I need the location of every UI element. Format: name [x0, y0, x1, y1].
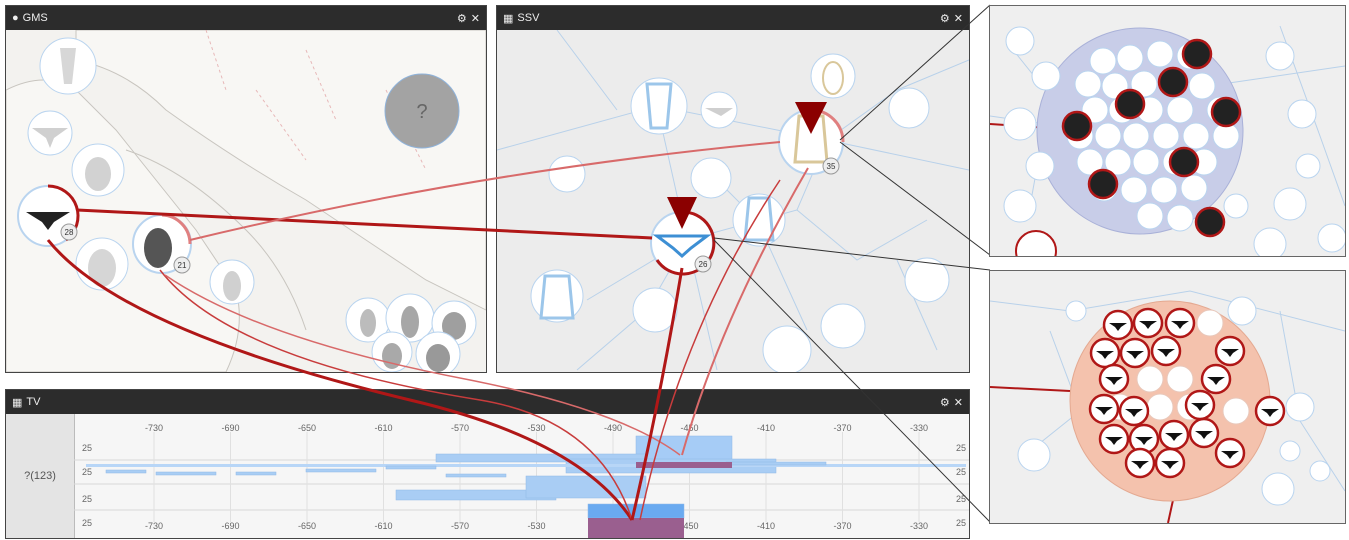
gear-icon[interactable]: ⚙ — [457, 12, 467, 25]
ssv-panel: ▦ SSV ⚙ ✕ 35 26 — [496, 5, 970, 373]
axis-tick-label: -370 — [833, 521, 851, 531]
axis-tick-label: -610 — [374, 521, 392, 531]
axis-tick-label: -530 — [527, 521, 545, 531]
gear-icon[interactable]: ⚙ — [940, 396, 950, 409]
vase-node[interactable] — [530, 269, 584, 323]
axis-tick-label: -650 — [298, 423, 316, 433]
close-icon[interactable]: ✕ — [471, 12, 480, 25]
map-marker-icon: ● — [12, 12, 19, 24]
count-badge-text: 26 — [699, 260, 708, 269]
vase-node[interactable] — [39, 37, 97, 95]
vase-node[interactable] — [415, 331, 461, 372]
row-value-label: 25 — [956, 518, 966, 528]
vase-node[interactable] — [732, 193, 786, 247]
vase-node[interactable] — [27, 110, 73, 156]
axis-tick-label: -330 — [910, 521, 928, 531]
gear-icon[interactable]: ⚙ — [940, 12, 950, 25]
tv-panel: ▦ TV ⚙ ✕ ?(123) -730 -690 -650 -610 -570 -530 -4… — [5, 389, 970, 539]
calendar-icon: ▦ — [12, 396, 23, 409]
network-canvas[interactable]: 35 26 — [497, 29, 969, 372]
row-value-label: 25 — [956, 494, 966, 504]
vase-node[interactable] — [700, 91, 738, 129]
axis-tick-label: -690 — [221, 423, 239, 433]
axis-tick-label: -330 — [910, 423, 928, 433]
vase-node[interactable] — [904, 257, 950, 303]
row-value-label: 25 — [956, 467, 966, 477]
count-badge: 28 — [60, 223, 78, 241]
vase-node[interactable] — [762, 325, 812, 372]
row-value-label: 25 — [82, 467, 92, 477]
vase-node[interactable] — [888, 87, 930, 129]
vase-node[interactable] — [548, 155, 586, 193]
axis-tick-label: -650 — [298, 521, 316, 531]
ssv-title: SSV — [517, 12, 540, 24]
axis-tick-label: -370 — [833, 423, 851, 433]
vase-node[interactable] — [75, 237, 129, 291]
tv-header: ▦ TV ⚙ ✕ — [6, 390, 969, 414]
row-value-label: 25 — [82, 494, 92, 504]
zoom-panel-bottom — [989, 270, 1346, 524]
count-badge-text: 21 — [178, 261, 187, 270]
network-icon: ▦ — [503, 12, 514, 25]
axis-tick-label: -570 — [451, 423, 469, 433]
count-badge: 26 — [694, 255, 712, 273]
row-value-label: 25 — [82, 518, 92, 528]
row-value-label: 25 — [956, 443, 966, 453]
vase-node[interactable] — [71, 143, 125, 197]
gms-title: GMS — [22, 12, 48, 24]
axis-tick-label: -690 — [221, 521, 239, 531]
gms-panel: ● GMS ⚙ ✕ ? 28 21 — [5, 5, 487, 373]
tv-title: TV — [26, 396, 41, 408]
vase-node[interactable] — [810, 53, 856, 99]
unknown-label: ? — [416, 101, 427, 123]
axis-tick-label: -610 — [374, 423, 392, 433]
vase-node[interactable] — [632, 287, 678, 333]
axis-tick-label: -570 — [451, 521, 469, 531]
axis-tick-label: -490 — [604, 423, 622, 433]
unknown-location-node[interactable]: ? — [384, 73, 460, 149]
gms-header: ● GMS ⚙ ✕ — [6, 6, 486, 30]
axis-tick-label: -410 — [757, 423, 775, 433]
ssv-header: ▦ SSV ⚙ ✕ — [497, 6, 969, 30]
axis-tick-label: -730 — [145, 423, 163, 433]
axis-tick-label: -530 — [527, 423, 545, 433]
close-icon[interactable]: ✕ — [954, 396, 963, 409]
count-badge: 35 — [822, 157, 840, 175]
vase-node[interactable] — [371, 331, 413, 372]
timeline-canvas[interactable]: ?(123) -730 -690 -650 -610 -570 -530 -490 -450-… — [6, 414, 969, 538]
axis-tick-label: -410 — [757, 521, 775, 531]
row-value-label: 25 — [82, 443, 92, 453]
vase-node[interactable] — [820, 303, 866, 349]
zoom-panel-top — [989, 5, 1346, 257]
axis-tick-label: -730 — [145, 521, 163, 531]
count-badge-text: 28 — [65, 228, 74, 237]
vase-node[interactable] — [630, 77, 688, 135]
vase-node[interactable] — [690, 157, 732, 199]
count-badge: 21 — [173, 256, 191, 274]
vase-node[interactable] — [209, 259, 255, 305]
count-badge-text: 35 — [827, 162, 836, 171]
close-icon[interactable]: ✕ — [954, 12, 963, 25]
axis-tick-label: -450 — [680, 423, 698, 433]
map-canvas[interactable]: ? 28 21 — [6, 29, 486, 372]
